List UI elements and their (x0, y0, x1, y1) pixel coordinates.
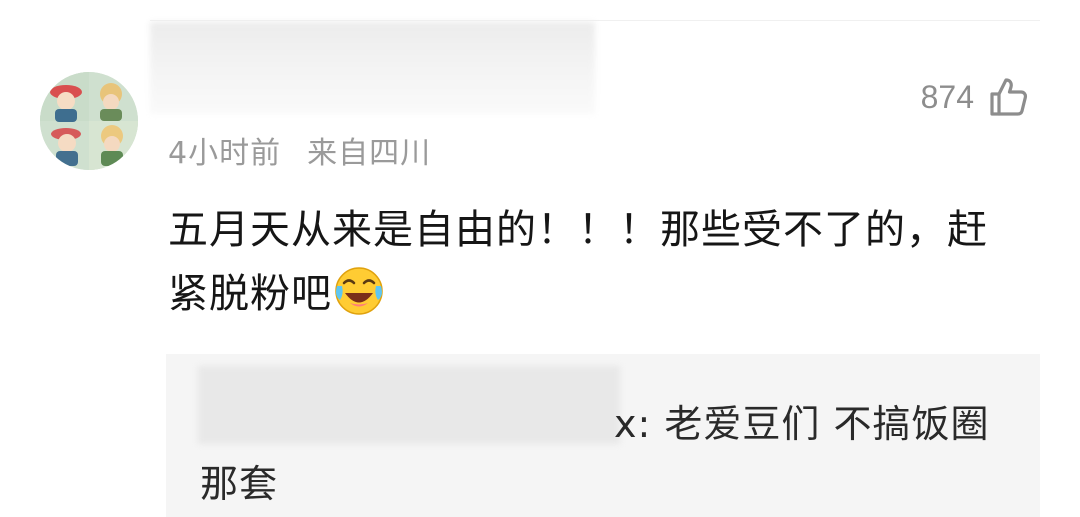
like-count: 874 (920, 78, 974, 115)
avatar-image (40, 72, 138, 170)
comment-location: 来自四川 (307, 136, 432, 171)
like-button[interactable]: 874 (921, 72, 1028, 122)
reply-text-block: x: 老爱豆们 不搞饭圈那套 (200, 394, 1010, 514)
top-divider (150, 20, 1040, 21)
reply-text: x: 老爱豆们 不搞饭圈那套 (200, 402, 990, 506)
thumbs-up-icon (990, 78, 1028, 116)
comment-body: 五月天从来是自由的！！！那些受不了的，赶紧脱粉吧 (168, 198, 988, 326)
username-redacted (150, 22, 595, 114)
comment-time: 4小时前 (168, 136, 282, 171)
comment-text: 五月天从来是自由的！！！那些受不了的，赶紧脱粉吧 (168, 207, 988, 317)
laughing-crying-emoji (335, 267, 383, 315)
comment-meta: 4小时前 来自四川 (168, 128, 431, 172)
avatar[interactable] (40, 72, 138, 170)
reply-preview[interactable]: x: 老爱豆们 不搞饭圈那套 (166, 354, 1040, 517)
